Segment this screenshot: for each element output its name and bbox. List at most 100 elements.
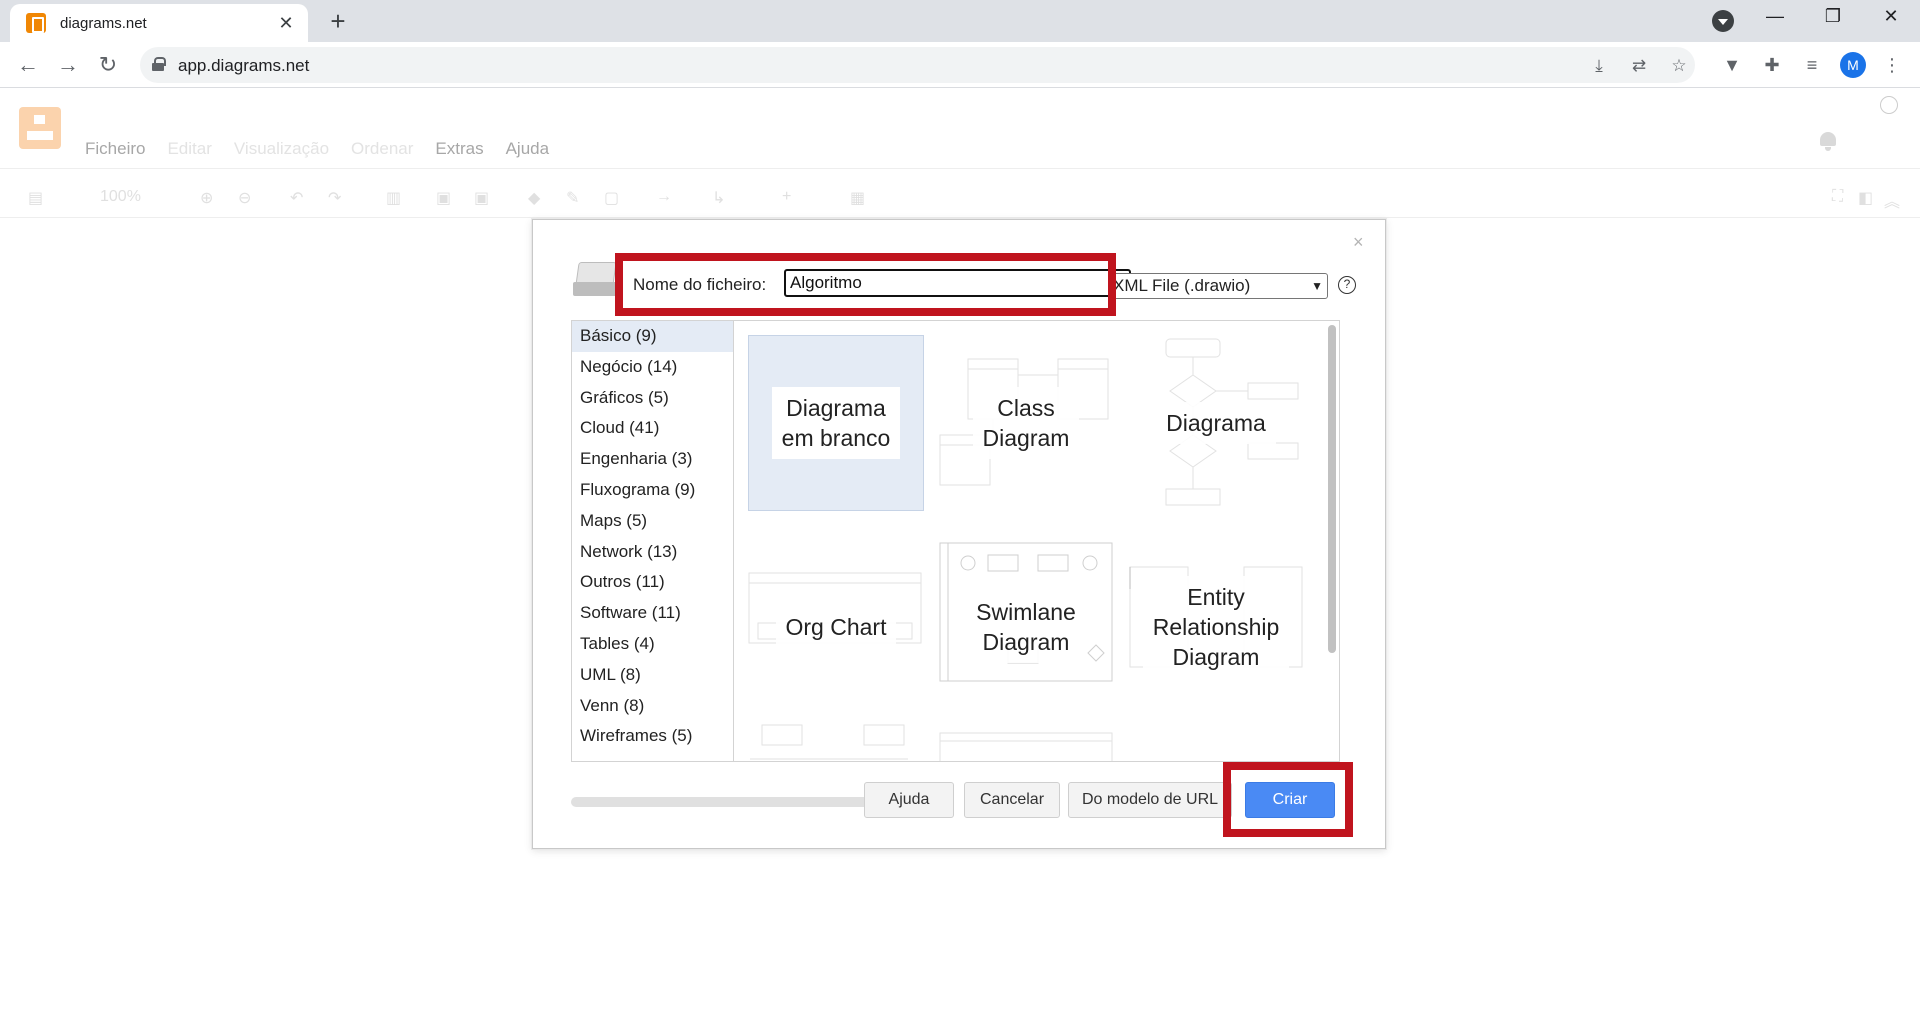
help-icon[interactable]: ? <box>1338 276 1356 294</box>
template-swimlane[interactable]: Swimlane Diagram <box>938 539 1114 715</box>
undo-icon[interactable]: ↶ <box>290 188 303 208</box>
category-item-venn[interactable]: Venn (8) <box>572 691 733 722</box>
menu-view[interactable]: Visualização <box>234 139 329 159</box>
menu-file[interactable]: Ficheiro <box>85 139 145 159</box>
install-app-icon[interactable]: ⤓ <box>1587 54 1611 78</box>
template-flowchart[interactable]: Diagrama <box>1128 335 1304 511</box>
back-arrow-icon[interactable]: ← <box>14 51 42 79</box>
format-select-value: XML File (.drawio) <box>1113 276 1251 295</box>
app-menubar: Ficheiro Editar Visualização Ordenar Ext… <box>85 139 549 159</box>
translate-icon[interactable]: ⇄ <box>1627 54 1651 78</box>
bookmark-star-icon[interactable]: ☆ <box>1667 54 1691 78</box>
shadow-icon[interactable]: ▢ <box>604 188 619 208</box>
category-item-business[interactable]: Negócio (14) <box>572 352 733 383</box>
template-label: Diagrama <box>1156 402 1276 444</box>
zoom-out-icon[interactable]: ⊖ <box>238 188 251 208</box>
category-item-charts[interactable]: Gráficos (5) <box>572 383 733 414</box>
drawio-logo-icon <box>19 107 61 149</box>
scrollbar-thumb[interactable] <box>1328 325 1336 653</box>
category-item-maps[interactable]: Maps (5) <box>572 506 733 537</box>
create-button-highlight-frame <box>1223 762 1353 837</box>
template-label: Swimlane Diagram <box>966 591 1086 663</box>
app-toolbar: ▤ 100% ⊕ ⊖ ↶ ↷ ▥ ▣ ▣ ◆ ✎ ▢ → ↳ + ▦ ⛶ ◧ ︽ <box>0 178 1920 218</box>
restore-button[interactable]: ❐ <box>1810 6 1856 27</box>
filename-highlight-frame <box>615 253 1116 316</box>
collapse-icon[interactable]: ︽ <box>1884 188 1900 212</box>
category-item-uml[interactable]: UML (8) <box>572 660 733 691</box>
template-label: Class Diagram <box>972 387 1080 459</box>
extensions-puzzle-icon[interactable]: ✚ <box>1758 51 1786 79</box>
language-globe-icon[interactable] <box>1880 96 1898 114</box>
category-item-network[interactable]: Network (13) <box>572 537 733 568</box>
zoom-level[interactable]: 100% <box>100 188 141 206</box>
template-label: Org Chart <box>775 606 897 648</box>
browser-tab-strip: diagrams.net ✕ + — ❐ ✕ <box>0 0 1920 42</box>
category-list: Básico (9) Negócio (14) Gráficos (5) Clo… <box>571 320 733 762</box>
lock-icon[interactable] <box>152 57 166 71</box>
browser-menu-icon[interactable]: ⋮ <box>1878 51 1906 79</box>
menu-edit[interactable]: Editar <box>167 139 211 159</box>
format-select[interactable]: XML File (.drawio) ▼ <box>1108 273 1328 299</box>
minimize-button[interactable]: — <box>1752 6 1798 27</box>
line-color-icon[interactable]: ✎ <box>566 188 579 208</box>
delete-icon[interactable]: ▥ <box>386 188 401 208</box>
template-label: Diagrama em branco <box>771 387 901 459</box>
new-tab-button[interactable]: + <box>324 6 352 36</box>
view-panel-icon[interactable]: ▤ <box>28 188 43 208</box>
tab-title: diagrams.net <box>60 14 147 32</box>
dialog-close-icon[interactable]: × <box>1353 232 1364 253</box>
close-window-button[interactable]: ✕ <box>1868 6 1914 27</box>
omnibox[interactable]: app.diagrams.net ⤓ ⇄ ☆ <box>140 47 1695 83</box>
table-icon[interactable]: ▦ <box>850 188 865 208</box>
to-front-icon[interactable]: ▣ <box>436 188 451 208</box>
to-back-icon[interactable]: ▣ <box>474 188 489 208</box>
template-blank[interactable]: Diagrama em branco <box>748 335 924 511</box>
connection-icon[interactable]: → <box>656 188 672 206</box>
category-item-software[interactable]: Software (11) <box>572 598 733 629</box>
insert-icon[interactable]: + <box>782 188 791 206</box>
zoom-in-icon[interactable]: ⊕ <box>200 188 213 208</box>
category-item-engineering[interactable]: Engenharia (3) <box>572 444 733 475</box>
horizontal-scrollbar[interactable] <box>571 797 891 807</box>
profile-avatar[interactable]: M <box>1840 52 1866 78</box>
category-item-tables[interactable]: Tables (4) <box>572 629 733 660</box>
menu-extras[interactable]: Extras <box>435 139 483 159</box>
template-table-thumbnail <box>939 732 1113 761</box>
template-class-diagram[interactable]: Class Diagram <box>938 335 1114 511</box>
notification-bell-icon[interactable] <box>1818 130 1838 152</box>
template-grid: Diagrama em branco Class Diagram Diagram… <box>733 320 1340 762</box>
media-control-icon[interactable]: ≡ <box>1798 51 1826 79</box>
url-text[interactable]: app.diagrams.net <box>178 56 309 76</box>
reload-icon[interactable]: ↻ <box>94 51 122 79</box>
redo-icon[interactable]: ↷ <box>328 188 341 208</box>
fullscreen-icon[interactable]: ⛶ <box>1832 188 1843 206</box>
forward-arrow-icon[interactable]: → <box>54 51 82 79</box>
from-url-button[interactable]: Do modelo de URL <box>1068 782 1232 818</box>
category-item-flowchart[interactable]: Fluxograma (9) <box>572 475 733 506</box>
template-scrollbar[interactable] <box>1324 321 1339 761</box>
menu-help[interactable]: Ajuda <box>506 139 549 159</box>
tab-search-icon[interactable] <box>1712 10 1734 32</box>
fill-color-icon[interactable]: ◆ <box>528 188 540 208</box>
format-panel-icon[interactable]: ◧ <box>1858 188 1873 208</box>
category-item-cloud[interactable]: Cloud (41) <box>572 413 733 444</box>
menu-arrange[interactable]: Ordenar <box>351 139 413 159</box>
template-er-diagram[interactable]: Entity Relationship Diagram <box>1128 539 1304 715</box>
category-item-other[interactable]: Outros (11) <box>572 567 733 598</box>
template-label: Entity Relationship Diagram <box>1142 576 1290 678</box>
diagrams-favicon-icon <box>26 13 46 33</box>
address-toolbar: ← → ↻ app.diagrams.net ⤓ ⇄ ☆ ▼ ✚ ≡ ⋮ <box>0 42 1920 88</box>
app-divider <box>0 168 1920 169</box>
category-item-wireframes[interactable]: Wireframes (5) <box>572 721 733 752</box>
chevron-down-icon: ▼ <box>1311 279 1323 293</box>
template-uml-thumbnail <box>750 724 908 760</box>
help-button[interactable]: Ajuda <box>864 782 954 818</box>
template-org-chart[interactable]: Org Chart <box>748 539 924 715</box>
category-item-basic[interactable]: Básico (9) <box>572 321 733 352</box>
cancel-button[interactable]: Cancelar <box>964 782 1060 818</box>
tab-close-icon[interactable]: ✕ <box>276 13 296 34</box>
browser-tab[interactable]: diagrams.net ✕ <box>10 4 308 42</box>
extension-shield-icon[interactable]: ▼ <box>1718 51 1746 79</box>
waypoints-icon[interactable]: ↳ <box>712 188 725 208</box>
device-storage-icon <box>573 262 617 296</box>
